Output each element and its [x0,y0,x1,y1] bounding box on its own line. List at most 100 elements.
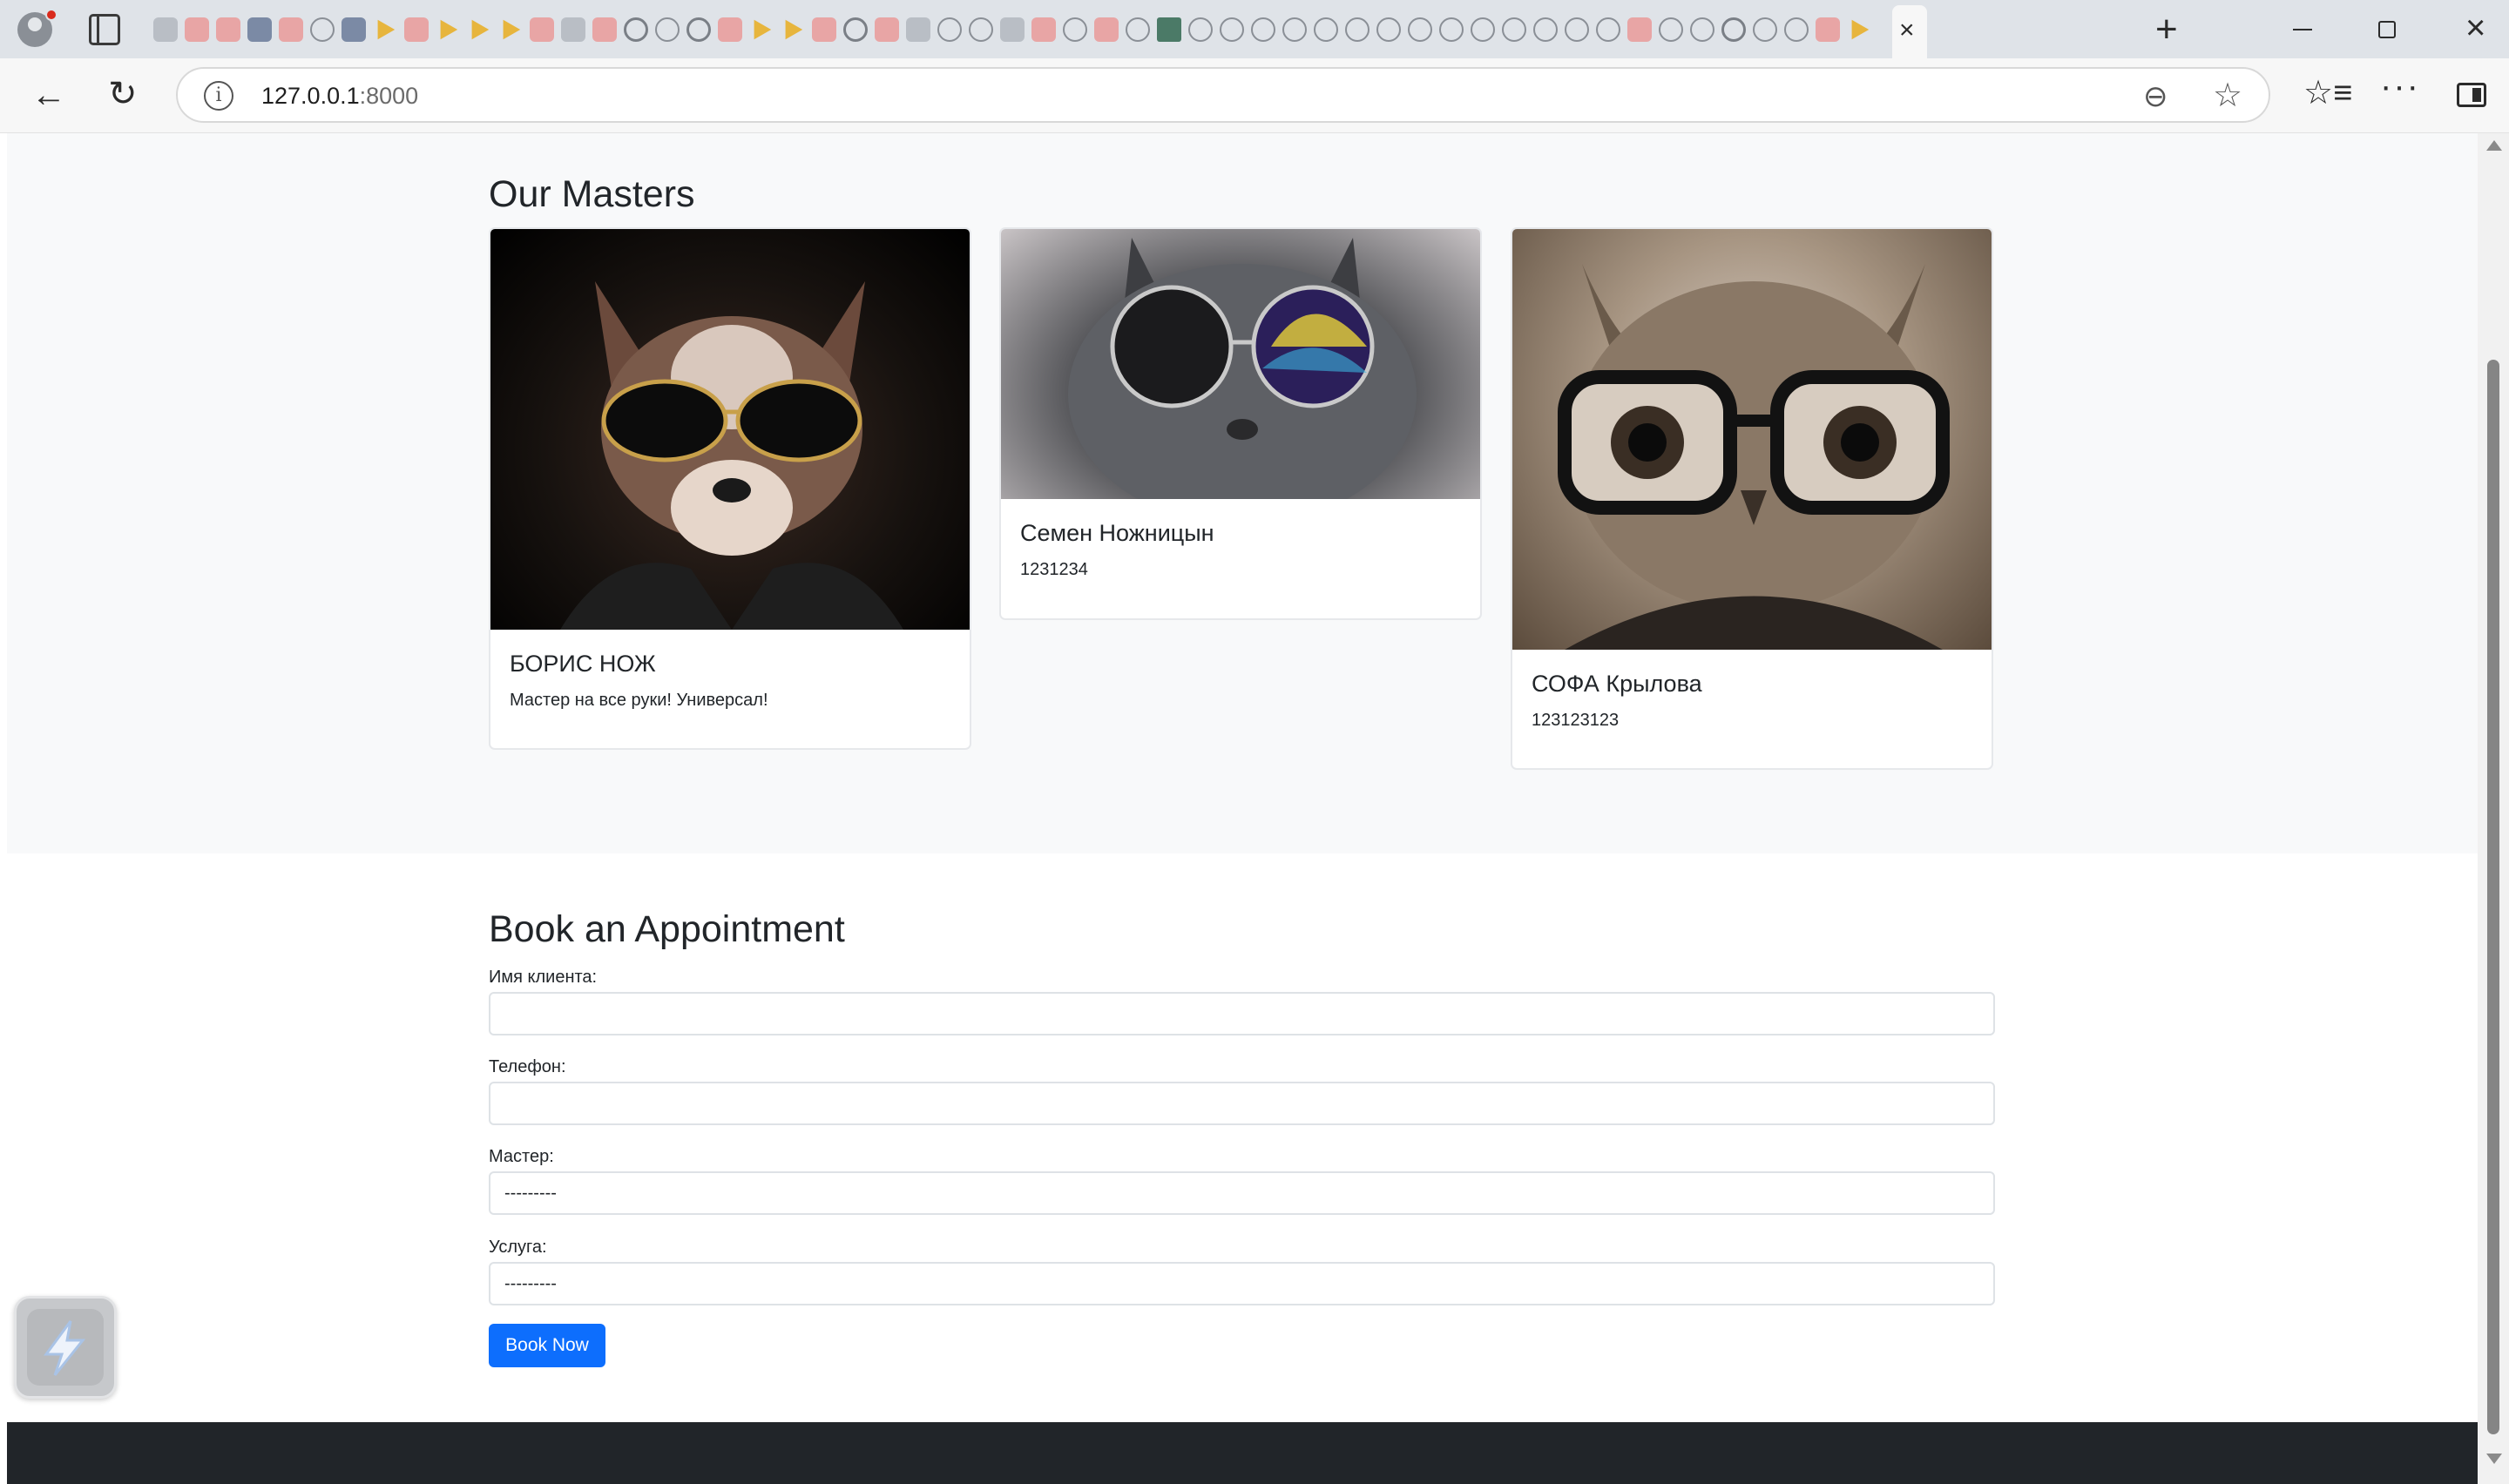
tab-favicon[interactable] [213,12,244,47]
address-bar[interactable]: i 127.0.0.1:8000 ⊖ ☆ [176,67,2270,123]
phone-label: Телефон: [489,1057,566,1076]
reload-icon[interactable]: ↻ [108,77,138,111]
client-name-field[interactable] [489,992,1995,1035]
tab-favicon[interactable] [1342,12,1373,47]
tab-favicon[interactable] [558,12,589,47]
tab-favicon[interactable] [1655,12,1687,47]
tab-favicon[interactable] [1122,12,1153,47]
tab-favicon[interactable] [1687,12,1718,47]
tab-favicon[interactable] [997,12,1028,47]
restore-window-button[interactable] [2378,21,2396,38]
tab-favicon[interactable] [777,12,808,47]
tab-favicon[interactable] [244,12,275,47]
more-menu-icon[interactable]: ··· [2380,69,2420,104]
service-select[interactable]: --------- [489,1262,1995,1305]
tab-favicon[interactable] [1091,12,1122,47]
client-name-label: Имя клиента: [489,968,598,987]
tab-favicon[interactable] [1248,12,1279,47]
scroll-up-arrow-icon[interactable] [2486,140,2502,151]
tab-favicon[interactable] [1059,12,1091,47]
sidebar-toggle-icon[interactable] [2457,83,2486,107]
tab-favicon[interactable] [1185,12,1216,47]
tab-favicon[interactable] [840,12,871,47]
tab-favicon[interactable] [714,12,746,47]
master-description: 123123123 [1532,711,1620,730]
tab-favicon[interactable] [934,12,965,47]
scroll-down-arrow-icon[interactable] [2486,1454,2502,1464]
zoom-out-icon[interactable]: ⊖ [2143,79,2168,114]
tab-favicon[interactable] [903,12,934,47]
favorite-star-icon[interactable]: ☆ [2213,76,2242,115]
tab-favicon[interactable] [463,12,495,47]
tab-favicon[interactable] [1781,12,1812,47]
tab-favicon[interactable] [1310,12,1342,47]
vertical-scrollbar[interactable] [2478,133,2509,1484]
tab-favicon[interactable] [181,12,213,47]
master-name: СОФА Крылова [1532,671,1702,697]
booking-heading: Book an Appointment [489,908,845,950]
tab-favicon[interactable] [1749,12,1781,47]
lightning-logo-icon [44,1320,86,1376]
tab-favicon[interactable] [746,12,777,47]
tab-favicon[interactable] [1436,12,1467,47]
floating-extension-widget[interactable] [14,1296,117,1399]
tab-favicon[interactable] [683,12,714,47]
url-host: 127.0.0.1 [261,83,360,109]
tab-favicon[interactable] [1530,12,1561,47]
tab-favicon[interactable] [526,12,558,47]
tab-favicon[interactable] [275,12,307,47]
tab-favicon[interactable] [1404,12,1436,47]
tab-favicon[interactable] [620,12,652,47]
master-photo [490,229,970,630]
tab-favicon[interactable] [1153,12,1185,47]
master-photo [1512,229,1992,650]
profile-avatar[interactable] [12,7,57,51]
tab-favicon[interactable] [1216,12,1248,47]
tab-favicon[interactable] [1467,12,1498,47]
new-tab-button[interactable]: + [2155,10,2178,49]
active-tab[interactable]: × [1892,5,1927,58]
tab-favicon[interactable] [307,12,338,47]
tab-favicon[interactable] [1624,12,1655,47]
scrollbar-thumb[interactable] [2487,360,2499,1434]
phone-field[interactable] [489,1082,1995,1125]
tab-favicon[interactable] [1593,12,1624,47]
url-port: :8000 [359,83,419,109]
tab-favicon[interactable] [1279,12,1310,47]
site-info-icon[interactable]: i [204,81,233,111]
tab-favicon[interactable] [338,12,369,47]
tab-favicon[interactable] [1561,12,1593,47]
close-tab-icon[interactable]: × [1899,17,1915,44]
tab-favicon[interactable] [871,12,903,47]
tab-favicon[interactable] [1498,12,1530,47]
tab-favicon[interactable] [1718,12,1749,47]
tab-favicon[interactable] [150,12,181,47]
page-footer [7,1422,2478,1484]
tab-favicon[interactable] [1028,12,1059,47]
master-select[interactable]: --------- [489,1171,1995,1215]
tab-favicon[interactable] [401,12,432,47]
url-text[interactable]: 127.0.0.1:8000 [261,83,418,110]
tab-actions-icon[interactable] [89,14,120,45]
tab-favicon[interactable] [495,12,526,47]
minimize-window-button[interactable] [2293,29,2312,30]
page-viewport: Our Masters БОРИС НОЖ Мастер на все руки… [7,133,2478,1484]
raccoon-illustration [560,281,903,630]
tab-favicon[interactable] [1373,12,1404,47]
tab-favicon[interactable] [808,12,840,47]
pinned-tab-list [150,12,1875,47]
book-now-button[interactable]: Book Now [489,1324,605,1367]
back-arrow-icon[interactable]: ← [31,78,66,112]
tab-favicon[interactable] [369,12,401,47]
favorites-icon[interactable]: ☆≡ [2303,76,2352,111]
service-label: Услуга: [489,1238,547,1257]
master-description: Мастер на все руки! Универсал! [510,691,768,710]
tab-favicon[interactable] [965,12,997,47]
tab-favicon[interactable] [1843,12,1875,47]
close-window-button[interactable]: × [2465,10,2485,45]
tab-favicon[interactable] [589,12,620,47]
tab-favicon[interactable] [652,12,683,47]
tab-favicon[interactable] [432,12,463,47]
masters-heading: Our Masters [489,173,695,215]
tab-favicon[interactable] [1812,12,1843,47]
